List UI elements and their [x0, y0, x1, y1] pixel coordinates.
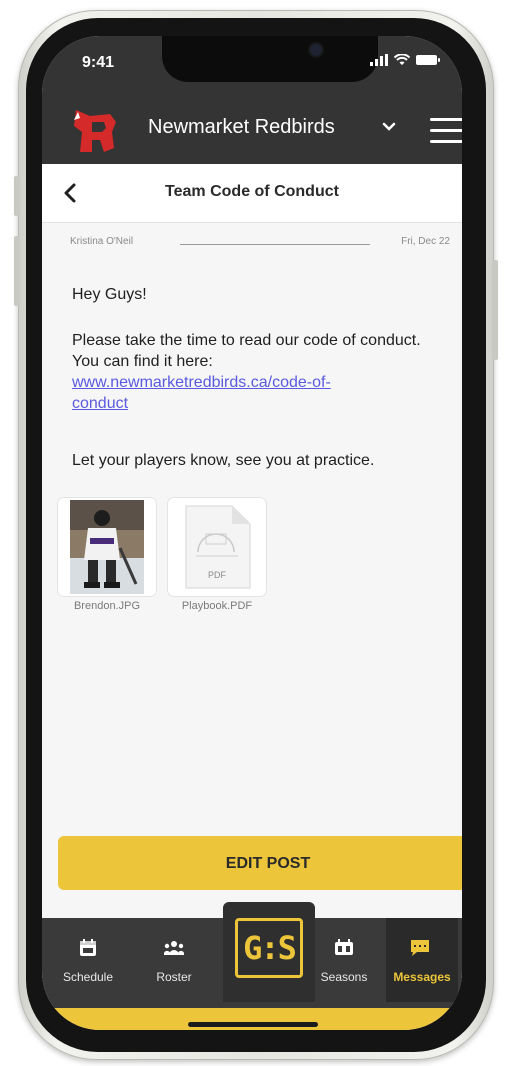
pdf-badge: PDF [208, 570, 226, 580]
menu-line [430, 140, 462, 143]
tab-seasons[interactable]: Seasons [312, 918, 376, 1002]
page-title: Team Code of Conduct [165, 183, 339, 200]
home-indicator[interactable] [188, 1022, 318, 1027]
meta-divider [180, 244, 370, 245]
chevron-down-icon[interactable] [382, 122, 396, 132]
photo-thumbnail[interactable] [58, 498, 156, 596]
chat-icon [411, 940, 429, 956]
post-body: Please take the time to read our code of… [72, 330, 442, 414]
cellular-signal-icon [370, 54, 388, 66]
app-screen: 9:41 Newmarket Redbirds Team Code of Con… [42, 36, 462, 1030]
post-date: Fri, Dec 22 [401, 236, 450, 247]
redbird-logo-icon[interactable] [70, 106, 120, 156]
post-greeting: Hey Guys! [72, 286, 147, 303]
pdf-thumbnail[interactable]: PDF [168, 498, 266, 596]
post-closing: Let your players know, see you at practi… [72, 452, 375, 469]
hamburger-menu-icon[interactable] [430, 116, 462, 144]
attachment-photo[interactable]: Brendon.JPG [58, 498, 156, 612]
post-meta: Kristina O'Neil Fri, Dec 22 [70, 236, 450, 252]
notch [162, 36, 378, 82]
pdf-file-icon [185, 505, 251, 589]
team-name[interactable]: Newmarket Redbirds [148, 116, 335, 139]
gs-logo: G:S [235, 918, 303, 978]
attachment-name: Brendon.JPG [73, 600, 141, 612]
title-bar: Team Code of Conduct [42, 164, 462, 223]
status-icons [370, 54, 440, 66]
phone-side-button [14, 236, 20, 306]
attachment-pdf[interactable]: PDF Playbook.PDF [168, 498, 266, 612]
link-line-2: conduct [72, 395, 129, 412]
status-bar: 9:41 [42, 36, 462, 96]
tab-schedule[interactable]: Schedule [56, 918, 120, 1002]
edit-post-button[interactable]: EDIT POST [58, 836, 462, 890]
attachment-name: Playbook.PDF [181, 600, 253, 612]
hockey-player-photo [58, 498, 156, 596]
tab-messages[interactable]: Messages [386, 918, 458, 1002]
tab-label: Roster [156, 970, 192, 984]
gs-logo-text: G:S [243, 929, 297, 967]
link-line-1: www.newmarketredbirds.ca/code-of- [72, 374, 331, 391]
tab-roster[interactable]: Roster [142, 918, 206, 1002]
tab-label: Messages [393, 970, 451, 984]
status-time: 9:41 [82, 54, 115, 71]
camera-icon [310, 44, 322, 56]
scoreboard-icon [335, 939, 353, 955]
battery-icon [416, 55, 440, 65]
center-home-tab[interactable]: G:S [223, 902, 315, 1002]
phone-side-button [492, 260, 498, 360]
wifi-icon [394, 54, 410, 65]
tab-label: Schedule [62, 970, 114, 984]
post-body-text: Please take the time to read our code of… [72, 332, 421, 370]
menu-line [430, 129, 462, 132]
post-author: Kristina O'Neil [70, 236, 134, 247]
team-header: Newmarket Redbirds [42, 96, 462, 164]
code-of-conduct-link[interactable]: www.newmarketredbirds.ca/code-of- conduc… [72, 374, 331, 412]
calendar-icon [80, 939, 96, 956]
phone-side-button [14, 176, 20, 216]
team-icon [164, 941, 184, 955]
menu-line [430, 118, 462, 121]
